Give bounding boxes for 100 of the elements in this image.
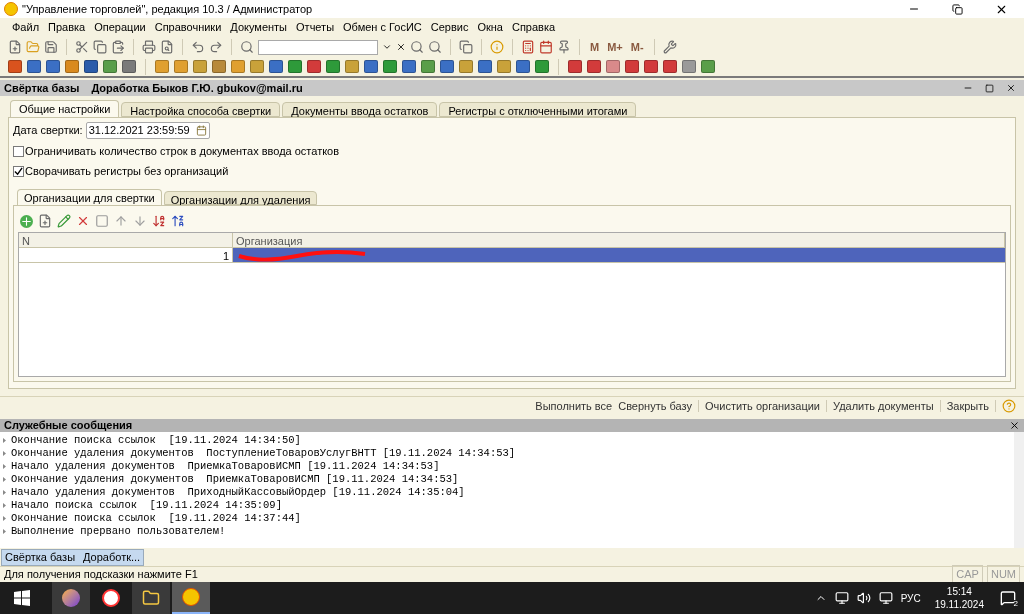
command-button[interactable]: Удалить документы	[833, 397, 934, 415]
move-down-icon[interactable]	[133, 214, 147, 228]
notifications-button[interactable]: 2	[998, 588, 1018, 608]
copy-icon[interactable]	[93, 40, 107, 54]
column-header[interactable]: Организация	[233, 233, 1005, 247]
menu-item[interactable]: Операции	[94, 19, 146, 36]
move-up-icon[interactable]	[114, 214, 128, 228]
toolbar-icon[interactable]	[497, 60, 511, 73]
info-icon[interactable]	[490, 40, 504, 54]
date-field[interactable]: 31.12.2021 23:59:59	[85, 122, 210, 139]
search-field[interactable]	[258, 39, 378, 55]
toolbar-icon[interactable]	[440, 60, 454, 73]
toolbar-icon[interactable]	[535, 60, 549, 73]
delete-icon[interactable]	[76, 214, 90, 228]
clock[interactable]: 15:14 19.11.2024	[934, 585, 984, 611]
edit-icon[interactable]	[57, 214, 71, 228]
command-button[interactable]: Свернуть базу	[618, 397, 692, 415]
menu-item[interactable]: Справка	[511, 19, 556, 36]
display-icon[interactable]	[878, 591, 893, 605]
window-button[interactable]: Свёртка базы Доработк...	[1, 548, 145, 566]
add-icon[interactable]	[20, 214, 33, 228]
tab[interactable]: Организации для удаления	[163, 191, 318, 205]
tab[interactable]: Регистры с отключенными итогами	[439, 102, 637, 117]
start-icon[interactable]	[14, 590, 30, 606]
sort-descending-icon[interactable]	[171, 214, 185, 228]
print-preview-icon[interactable]	[160, 40, 174, 54]
toolbar-icon[interactable]	[383, 60, 397, 73]
toolbar-icon[interactable]	[682, 60, 696, 73]
close-button[interactable]	[1006, 83, 1016, 93]
toolbar-icon[interactable]	[288, 60, 302, 73]
toolbar-icon[interactable]	[155, 60, 169, 73]
toolbar-icon[interactable]	[421, 60, 435, 73]
windows-icon[interactable]	[459, 40, 473, 54]
menu-item[interactable]: Сервис	[430, 19, 469, 36]
new-document-icon[interactable]	[8, 40, 22, 54]
sort-ascending-icon[interactable]	[152, 214, 166, 228]
memory-button[interactable]: M	[588, 38, 602, 56]
tab[interactable]: Настройка способа свертки	[121, 102, 281, 117]
network-icon[interactable]	[834, 591, 849, 605]
menu-item[interactable]: Файл	[12, 19, 40, 36]
toolbar-icon[interactable]	[625, 60, 639, 73]
table-row[interactable]: 1	[19, 248, 1005, 263]
search-next-icon[interactable]	[410, 40, 424, 54]
menu-item[interactable]: Окна	[477, 19, 503, 36]
undo-icon[interactable]	[191, 40, 205, 54]
toolbar-icon[interactable]	[8, 60, 22, 73]
toolbar-icon[interactable]	[587, 60, 601, 73]
wrench-icon[interactable]	[662, 40, 677, 54]
menu-item[interactable]: Обмен с ГосИС	[343, 19, 422, 36]
command-button[interactable]: Закрыть	[946, 397, 989, 415]
tab[interactable]: Общие настройки	[10, 100, 120, 117]
toolbar-icon[interactable]	[568, 60, 582, 73]
menu-item[interactable]: Документы	[230, 19, 288, 36]
toolbar-icon[interactable]	[663, 60, 677, 73]
menu-item[interactable]: Отчеты	[296, 19, 335, 36]
open-folder-icon[interactable]	[26, 40, 40, 54]
toolbar-icon[interactable]	[193, 60, 207, 73]
end-edit-icon[interactable]	[95, 214, 109, 228]
toolbar-icon[interactable]	[606, 60, 620, 73]
file-explorer-taskbar-icon[interactable]	[132, 582, 170, 614]
maximize-button[interactable]	[985, 83, 994, 93]
toolbar-icon[interactable]	[269, 60, 283, 73]
redo-icon[interactable]	[209, 40, 223, 54]
toolbar-icon[interactable]	[122, 60, 136, 73]
calendar-icon[interactable]	[195, 125, 207, 136]
clear-icon[interactable]	[396, 42, 406, 52]
paste-icon[interactable]	[111, 40, 125, 54]
calculator-icon[interactable]	[521, 40, 535, 54]
toolbar-icon[interactable]	[459, 60, 473, 73]
toolbar-icon[interactable]	[345, 60, 359, 73]
copy-row-icon[interactable]	[38, 214, 52, 228]
search-previous-icon[interactable]	[428, 40, 442, 54]
tab[interactable]: Документы ввода остатков	[282, 102, 438, 117]
toolbar-icon[interactable]	[174, 60, 188, 73]
toolbar-icon[interactable]	[231, 60, 245, 73]
help-icon[interactable]	[1002, 399, 1016, 413]
print-icon[interactable]	[142, 40, 156, 54]
toolbar-icon[interactable]	[402, 60, 416, 73]
language-indicator[interactable]: РУС	[900, 590, 921, 606]
search-icon[interactable]	[240, 40, 254, 54]
toolbar-icon[interactable]	[644, 60, 658, 73]
toolbar-icon[interactable]	[65, 60, 79, 73]
calendar-icon[interactable]	[539, 40, 553, 54]
toolbar-icon[interactable]	[701, 60, 715, 73]
dropdown-icon[interactable]	[382, 42, 392, 52]
volume-icon[interactable]	[856, 591, 871, 605]
toolbar-icon[interactable]	[46, 60, 60, 73]
toolbar-icon[interactable]	[103, 60, 117, 73]
tab[interactable]: Организации для свертки	[17, 189, 162, 205]
menu-item[interactable]: Справочники	[154, 19, 222, 36]
column-header[interactable]: N	[19, 233, 233, 247]
restore-button[interactable]	[952, 3, 963, 15]
toolbar-icon[interactable]	[27, 60, 41, 73]
menu-item[interactable]: Правка	[48, 19, 86, 36]
close-button[interactable]	[1009, 420, 1020, 431]
toolbar-icon[interactable]	[478, 60, 492, 73]
cut-icon[interactable]	[75, 40, 89, 54]
checkbox[interactable]	[13, 145, 24, 157]
toolbar-icon[interactable]	[212, 60, 226, 73]
command-button[interactable]: Выполнить все	[535, 397, 613, 415]
